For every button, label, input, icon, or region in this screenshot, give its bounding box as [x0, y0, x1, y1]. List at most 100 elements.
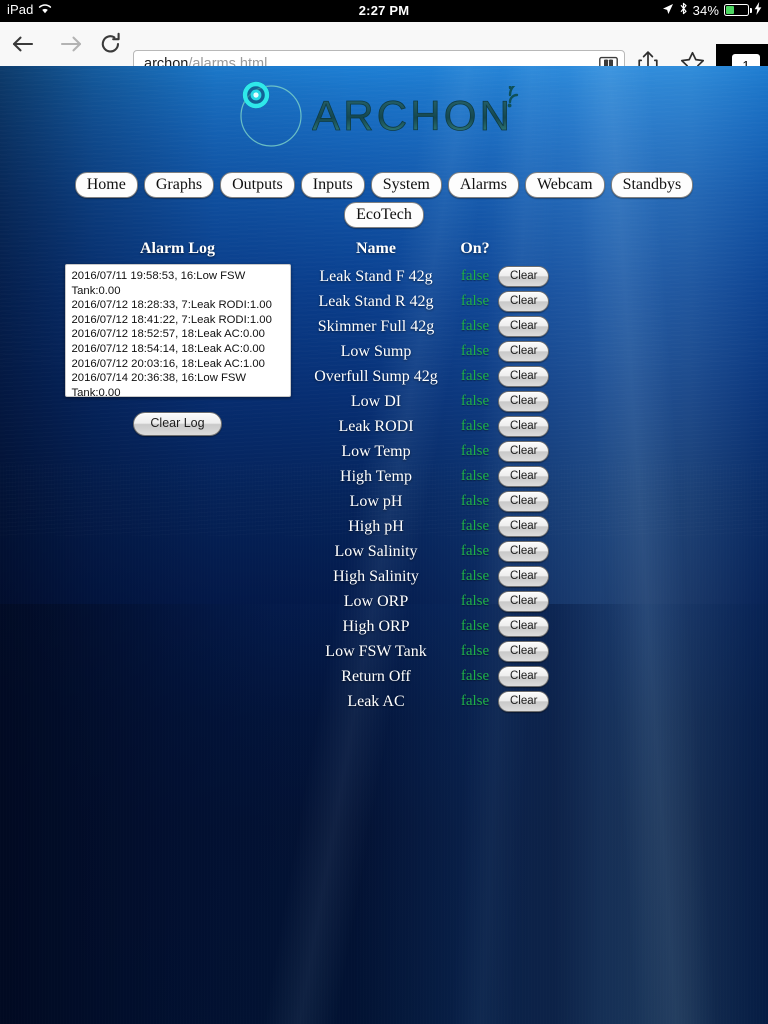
clear-alarm-button[interactable]: Clear: [498, 666, 549, 687]
alarm-log-entry: 2016/07/12 18:52:57, 18:Leak AC:0.00: [72, 327, 285, 342]
table-row: Leak RODIfalseClear: [300, 414, 550, 439]
screen: iPad 2:27 PM 34%: [0, 0, 768, 1024]
alarm-name: High Salinity: [300, 564, 452, 589]
alarm-name: Overfull Sump 42g: [300, 364, 452, 389]
alarm-action-cell: Clear: [498, 589, 550, 614]
reload-button[interactable]: [98, 32, 124, 56]
alarm-state: false: [452, 489, 498, 514]
clear-alarm-button[interactable]: Clear: [498, 516, 549, 537]
table-row: High ORPfalseClear: [300, 614, 550, 639]
alarm-name: Leak Stand F 42g: [300, 264, 452, 289]
browser-toolbar: archon/alarms.html 1: [0, 22, 768, 67]
alarm-name: Low ORP: [300, 589, 452, 614]
clear-alarm-button[interactable]: Clear: [498, 291, 549, 312]
alarm-log-entry: 2016/07/12 18:28:33, 7:Leak RODI:1.00: [72, 298, 285, 313]
alarm-action-cell: Clear: [498, 514, 550, 539]
clock-label: 2:27 PM: [0, 3, 768, 18]
nav-row-primary: HomeGraphsOutputsInputsSystemAlarmsWebca…: [0, 170, 768, 200]
alarm-state: false: [452, 689, 498, 714]
alarm-state: false: [452, 439, 498, 464]
nav-item-inputs[interactable]: Inputs: [301, 172, 365, 198]
alarm-log-entry: 2016/07/12 18:41:22, 7:Leak RODI:1.00: [72, 313, 285, 328]
nav-row-secondary: EcoTech: [0, 200, 768, 230]
alarm-action-cell: Clear: [498, 689, 550, 714]
clear-alarm-button[interactable]: Clear: [498, 466, 549, 487]
alarm-action-cell: Clear: [498, 639, 550, 664]
alarm-state: false: [452, 639, 498, 664]
alarm-log-entry: 2016/07/14 20:36:38, 16:Low FSW Tank:0.0…: [72, 371, 285, 397]
nav-item-ecotech[interactable]: EcoTech: [344, 202, 424, 228]
clear-alarm-button[interactable]: Clear: [498, 266, 549, 287]
alarm-state: false: [452, 364, 498, 389]
column-header-on: On?: [452, 240, 498, 264]
clear-alarm-button[interactable]: Clear: [498, 541, 549, 562]
table-row: High SalinityfalseClear: [300, 564, 550, 589]
alarm-action-cell: Clear: [498, 664, 550, 689]
clear-alarm-button[interactable]: Clear: [498, 566, 549, 587]
nav-item-alarms[interactable]: Alarms: [448, 172, 519, 198]
alarm-state: false: [452, 414, 498, 439]
table-row: Return OfffalseClear: [300, 664, 550, 689]
alarm-log-box[interactable]: 2016/07/11 19:58:53, 16:Low FSW Tank:0.0…: [65, 264, 291, 397]
clear-alarm-button[interactable]: Clear: [498, 416, 549, 437]
nav-item-home[interactable]: Home: [75, 172, 138, 198]
alarm-state: false: [452, 564, 498, 589]
main-navigation: HomeGraphsOutputsInputsSystemAlarmsWebca…: [0, 170, 768, 230]
alarm-state: false: [452, 289, 498, 314]
clear-alarm-button[interactable]: Clear: [498, 691, 549, 712]
alarm-name: Low Temp: [300, 439, 452, 464]
clear-log-button[interactable]: Clear Log: [133, 412, 221, 436]
alarm-action-cell: Clear: [498, 389, 550, 414]
clear-alarm-button[interactable]: Clear: [498, 441, 549, 462]
nav-item-system[interactable]: System: [371, 172, 442, 198]
alarm-state: false: [452, 589, 498, 614]
clear-alarm-button[interactable]: Clear: [498, 341, 549, 362]
lightning-bolt-icon: [754, 2, 762, 18]
alarm-log-entry: 2016/07/11 19:58:53, 16:Low FSW Tank:0.0…: [72, 269, 285, 298]
back-button[interactable]: [10, 32, 36, 56]
table-row: Skimmer Full 42gfalseClear: [300, 314, 550, 339]
svg-text:ARCHON: ARCHON: [312, 92, 513, 139]
clear-alarm-button[interactable]: Clear: [498, 366, 549, 387]
alarm-action-cell: Clear: [498, 264, 550, 289]
table-row: Leak ACfalseClear: [300, 689, 550, 714]
alarm-name: Leak Stand R 42g: [300, 289, 452, 314]
alarm-name: Low DI: [300, 389, 452, 414]
alarm-action-cell: Clear: [498, 364, 550, 389]
nav-item-outputs[interactable]: Outputs: [220, 172, 295, 198]
table-row: Low pHfalseClear: [300, 489, 550, 514]
clear-alarm-button[interactable]: Clear: [498, 641, 549, 662]
clear-alarm-button[interactable]: Clear: [498, 616, 549, 637]
ios-status-bar: iPad 2:27 PM 34%: [0, 0, 768, 22]
alarm-action-cell: Clear: [498, 564, 550, 589]
table-row: Overfull Sump 42gfalseClear: [300, 364, 550, 389]
forward-button[interactable]: [58, 32, 84, 56]
web-page: ARCHON HomeGraphsOutputsInputsSystemAla: [0, 66, 768, 1024]
clear-alarm-button[interactable]: Clear: [498, 316, 549, 337]
alarm-name: Return Off: [300, 664, 452, 689]
location-arrow-icon: [662, 3, 674, 18]
nav-item-standbys[interactable]: Standbys: [611, 172, 694, 198]
alarm-name: High ORP: [300, 614, 452, 639]
clear-alarm-button[interactable]: Clear: [498, 391, 549, 412]
alarm-action-cell: Clear: [498, 289, 550, 314]
table-row: Low ORPfalseClear: [300, 589, 550, 614]
alarm-state: false: [452, 614, 498, 639]
alarm-state: false: [452, 339, 498, 364]
alarm-log-entry: 2016/07/12 20:03:16, 18:Leak AC:1.00: [72, 357, 285, 372]
alarm-state: false: [452, 514, 498, 539]
nav-item-webcam[interactable]: Webcam: [525, 172, 605, 198]
alarm-table: Name On? Leak Stand F 42gfalseClearLeak …: [300, 240, 550, 714]
alarm-state: false: [452, 389, 498, 414]
column-header-action: [498, 240, 550, 264]
bluetooth-icon: [679, 2, 688, 18]
alarm-name: Low Salinity: [300, 539, 452, 564]
table-row: Low DIfalseClear: [300, 389, 550, 414]
table-row: Leak Stand R 42gfalseClear: [300, 289, 550, 314]
nav-item-graphs[interactable]: Graphs: [144, 172, 214, 198]
table-row: High TempfalseClear: [300, 464, 550, 489]
alarm-name: High pH: [300, 514, 452, 539]
clear-alarm-button[interactable]: Clear: [498, 491, 549, 512]
clear-alarm-button[interactable]: Clear: [498, 591, 549, 612]
alarm-log-title: Alarm Log: [45, 240, 310, 258]
